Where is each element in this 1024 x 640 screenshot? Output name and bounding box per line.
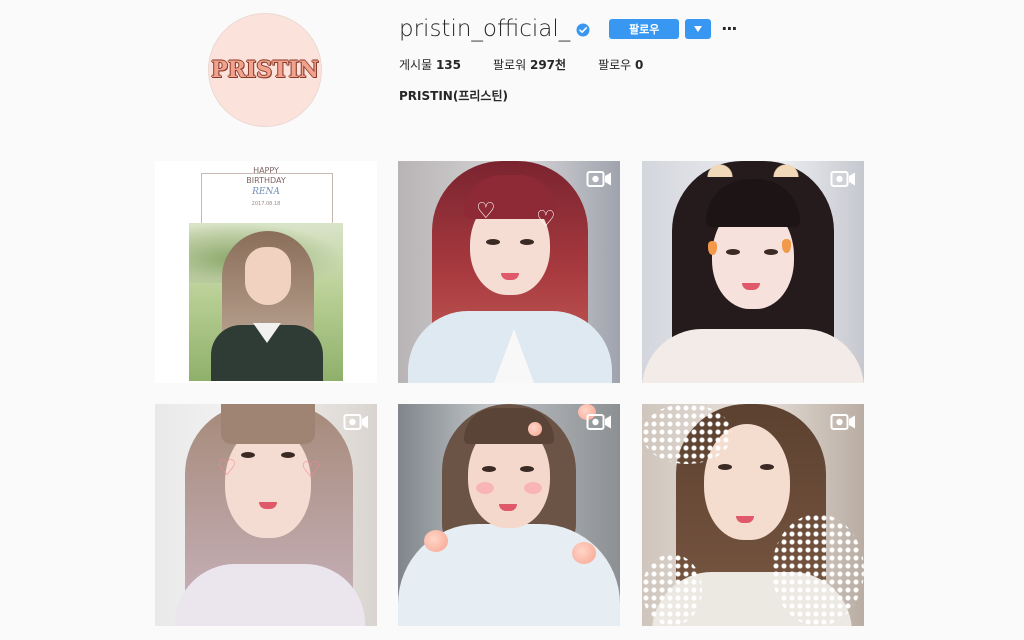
- babys-breath-flowers: [642, 404, 732, 464]
- heart-sticker-icon: ♡: [301, 458, 321, 483]
- card-text-date: 2017.08.18: [251, 201, 281, 207]
- eye: [281, 452, 295, 458]
- carrot-sticker-icon: [708, 241, 717, 255]
- profile-info: pristin_official_ 팔로우 ··· 게시물 135 팔로워 29…: [399, 14, 959, 104]
- avatar-logo: PRISTIN: [211, 57, 319, 83]
- following-value: 0: [635, 58, 644, 72]
- followers-count[interactable]: 팔로워 297천: [493, 56, 566, 73]
- post-thumbnail[interactable]: [642, 404, 864, 626]
- eye: [486, 239, 500, 245]
- eye: [760, 464, 774, 470]
- bangs: [221, 404, 315, 444]
- profile-stats: 게시물 135 팔로워 297천 팔로우 0: [399, 56, 959, 73]
- profile-avatar[interactable]: PRISTIN: [208, 13, 322, 127]
- profile-title-row: pristin_official_ 팔로우 ···: [399, 14, 959, 44]
- card-text-happy: HAPPY: [253, 166, 279, 175]
- babys-breath-flowers: [642, 554, 702, 626]
- caret-down-icon: [694, 26, 703, 32]
- profile-page: PRISTIN pristin_official_ 팔로우 ··· 게시물 13…: [0, 0, 1024, 640]
- posts-count: 게시물 135: [399, 56, 461, 73]
- card-text-name: RENA: [252, 187, 280, 197]
- more-options-icon[interactable]: ···: [721, 19, 737, 39]
- followers-label: 팔로워: [493, 58, 527, 72]
- eye: [718, 464, 732, 470]
- photo-scene: [189, 223, 343, 381]
- following-count[interactable]: 팔로우 0: [598, 56, 643, 73]
- following-label: 팔로우: [598, 58, 632, 72]
- video-icon: [830, 414, 855, 430]
- blush-sticker: [524, 482, 542, 494]
- follow-button[interactable]: 팔로우: [609, 19, 680, 39]
- video-icon: [586, 171, 611, 187]
- eye: [764, 249, 778, 255]
- hanbok: [642, 329, 864, 383]
- video-icon: [343, 414, 368, 430]
- post-thumbnail[interactable]: HAPPY BIRTHDAY RENA 2017.08.18: [155, 161, 377, 383]
- posts-value: 135: [435, 58, 462, 72]
- heart-sticker-icon: ♡: [476, 199, 496, 224]
- posts-label: 게시물: [399, 58, 433, 72]
- eye: [482, 466, 496, 472]
- peach-sticker-icon: [572, 542, 596, 564]
- username: pristin_official_: [399, 16, 571, 42]
- eye: [520, 239, 534, 245]
- eye: [520, 466, 534, 472]
- heart-sticker-icon: ♡: [217, 456, 237, 481]
- heart-sticker-icon: ♡: [536, 207, 556, 232]
- eye: [241, 452, 255, 458]
- peach-sticker-icon: [424, 530, 448, 552]
- card-text-birthday: BIRTHDAY: [246, 176, 286, 185]
- post-thumbnail[interactable]: [398, 404, 620, 626]
- face: [245, 247, 291, 305]
- peach-sticker-icon: [528, 422, 542, 436]
- video-icon: [586, 414, 611, 430]
- post-thumbnail[interactable]: ♡ ♡: [155, 404, 377, 626]
- post-thumbnail[interactable]: ♡ ♡: [398, 161, 620, 383]
- video-icon: [830, 171, 855, 187]
- bunny-ears-sticker: [698, 161, 808, 177]
- suggested-dropdown-button[interactable]: [685, 19, 712, 39]
- babys-breath-flowers: [772, 514, 864, 626]
- blush-sticker: [476, 482, 494, 494]
- post-thumbnail[interactable]: [642, 161, 864, 383]
- verified-badge-icon: [576, 23, 590, 37]
- followers-value: 297천: [529, 58, 567, 72]
- carrot-sticker-icon: [782, 239, 791, 253]
- profile-full-name: PRISTIN(프리스틴): [399, 89, 508, 103]
- hanbok: [175, 564, 365, 626]
- eye: [726, 249, 740, 255]
